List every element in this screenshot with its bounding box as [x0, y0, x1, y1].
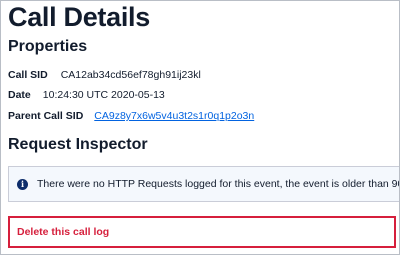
- date-value: 10:24:30 UTC 2020-05-13: [42, 89, 165, 101]
- delete-call-log-box: Delete this call log: [8, 216, 396, 248]
- request-inspector-heading: Request Inspector: [8, 136, 148, 153]
- parent-call-sid-row: Parent Call SID CA9z8y7x6w5v4u3t2s1r0q1p…: [8, 110, 254, 122]
- info-message: There were no HTTP Requests logged for t…: [37, 178, 400, 190]
- call-sid-row: Call SID CA12ab34cd56ef78gh91ij23kl: [8, 69, 201, 81]
- call-sid-value: CA12ab34cd56ef78gh91ij23kl: [60, 69, 201, 81]
- parent-call-sid-label: Parent Call SID: [8, 110, 84, 122]
- info-banner: i There were no HTTP Requests logged for…: [8, 166, 400, 202]
- page-title: Call Details: [8, 2, 150, 32]
- parent-call-sid-link[interactable]: CA9z8y7x6w5v4u3t2s1r0q1p2o3n: [94, 110, 254, 122]
- date-row: Date 10:24:30 UTC 2020-05-13: [8, 89, 165, 101]
- delete-call-log-button[interactable]: Delete this call log: [17, 226, 109, 238]
- date-label: Date: [8, 89, 31, 101]
- call-sid-label: Call SID: [8, 69, 48, 81]
- properties-heading: Properties: [8, 38, 88, 55]
- info-icon: i: [17, 178, 28, 190]
- call-details-panel: Call Details Properties Call SID CA12ab3…: [0, 0, 400, 255]
